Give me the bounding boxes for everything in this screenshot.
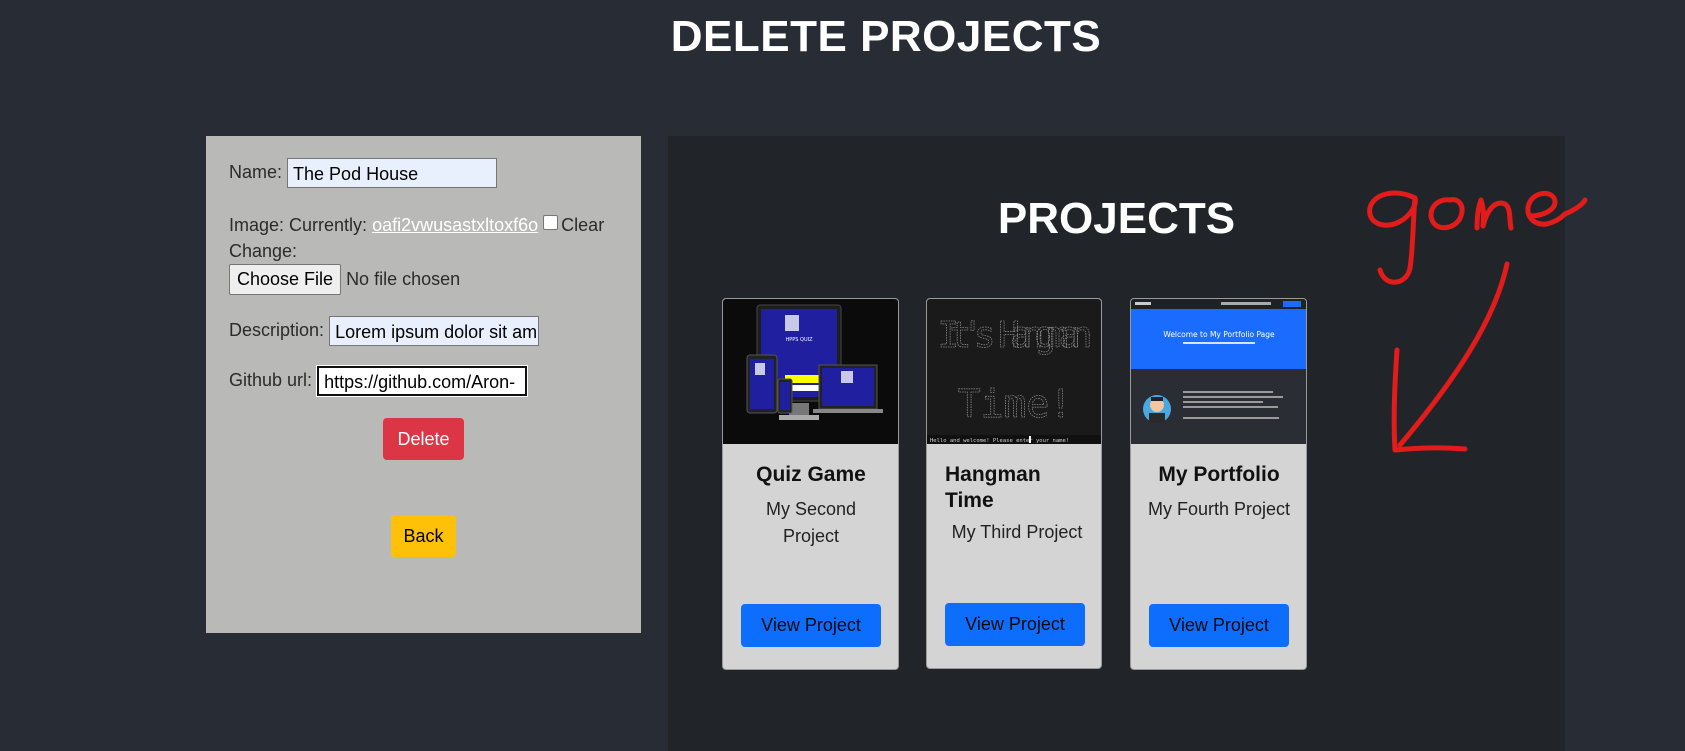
card-title: My Portfolio bbox=[1158, 463, 1280, 486]
github-row: Github url: https://github.com/Aron- bbox=[229, 365, 529, 397]
hangman-console-text: Hello and welcome! Please enter your nam… bbox=[930, 438, 1069, 444]
quiz-game-thumbnail: HPPS QUIZ bbox=[723, 299, 898, 444]
back-button[interactable]: Back bbox=[391, 515, 456, 557]
delete-button[interactable]: Delete bbox=[383, 418, 464, 460]
gone-annotation: gone bbox=[1355, 160, 1588, 453]
name-input[interactable]: The Pod House bbox=[287, 158, 498, 188]
file-row: Choose File No file chosen bbox=[229, 264, 460, 295]
card-title: Quiz Game bbox=[756, 463, 866, 486]
view-project-button[interactable]: View Project bbox=[945, 603, 1085, 646]
change-label: Change: bbox=[229, 241, 298, 261]
view-project-button[interactable]: View Project bbox=[1149, 604, 1289, 647]
clear-checkbox[interactable] bbox=[543, 215, 559, 230]
card-title: Hangman Time bbox=[945, 463, 1041, 512]
page: DELETE PROJECTS Name: The Pod House Imag… bbox=[0, 0, 1685, 751]
choose-file-button[interactable]: Choose File bbox=[229, 264, 342, 295]
view-project-button[interactable]: View Project bbox=[741, 604, 881, 647]
portfolio-image-text: Welcome to My Portfolio Page bbox=[1163, 330, 1275, 339]
no-file-text: No file chosen bbox=[346, 269, 461, 289]
name-row: Name: The Pod House bbox=[229, 158, 498, 188]
image-label: Image: Currently: bbox=[229, 215, 368, 235]
project-card-my-portfolio: Welcome to My Portfolio Page My Portfoli… bbox=[1130, 298, 1307, 670]
card-subtitle: My Third Project bbox=[951, 522, 1083, 542]
card-subtitle: My Second Project bbox=[765, 499, 857, 546]
description-input[interactable]: Lorem ipsum dolor sit am bbox=[329, 316, 540, 346]
name-label: Name: bbox=[229, 161, 283, 182]
quiz-image-text: HPPS QUIZ bbox=[785, 337, 813, 343]
clear-label: Clear bbox=[561, 215, 605, 235]
description-label: Description: bbox=[229, 319, 325, 340]
portfolio-thumbnail: Welcome to My Portfolio Page bbox=[1131, 299, 1306, 444]
annotation-text: gone bbox=[1355, 160, 1358, 161]
github-url-input[interactable]: https://github.com/Aron- bbox=[316, 365, 529, 397]
image-row: Image: Currently: oafi2vwusastxltoxf6o Cl… bbox=[229, 212, 629, 264]
project-card-quiz-game: HPPS QUIZ Quiz Game My Second Project Vi… bbox=[722, 298, 899, 670]
svg-text:It's Hangman: It's Hangman bbox=[938, 315, 1093, 356]
current-image-link[interactable]: oafi2vwusastxltoxf6o bbox=[372, 215, 538, 235]
description-row: Description: Lorem ipsum dolor sit am bbox=[229, 316, 540, 346]
svg-text:Time!: Time! bbox=[958, 382, 1072, 426]
page-title: DELETE PROJECTS bbox=[670, 12, 1102, 61]
hangman-thumbnail: It's Hangman Time! Hello and welcome! Pl… bbox=[927, 299, 1101, 444]
github-label: Github url: bbox=[229, 369, 313, 390]
card-subtitle: My Fourth Project bbox=[1147, 499, 1291, 519]
project-card-hangman-time: It's Hangman Time! Hello and welcome! Pl… bbox=[926, 298, 1102, 669]
delete-project-form: Name: The Pod House Image: Currently: oa… bbox=[206, 136, 641, 633]
